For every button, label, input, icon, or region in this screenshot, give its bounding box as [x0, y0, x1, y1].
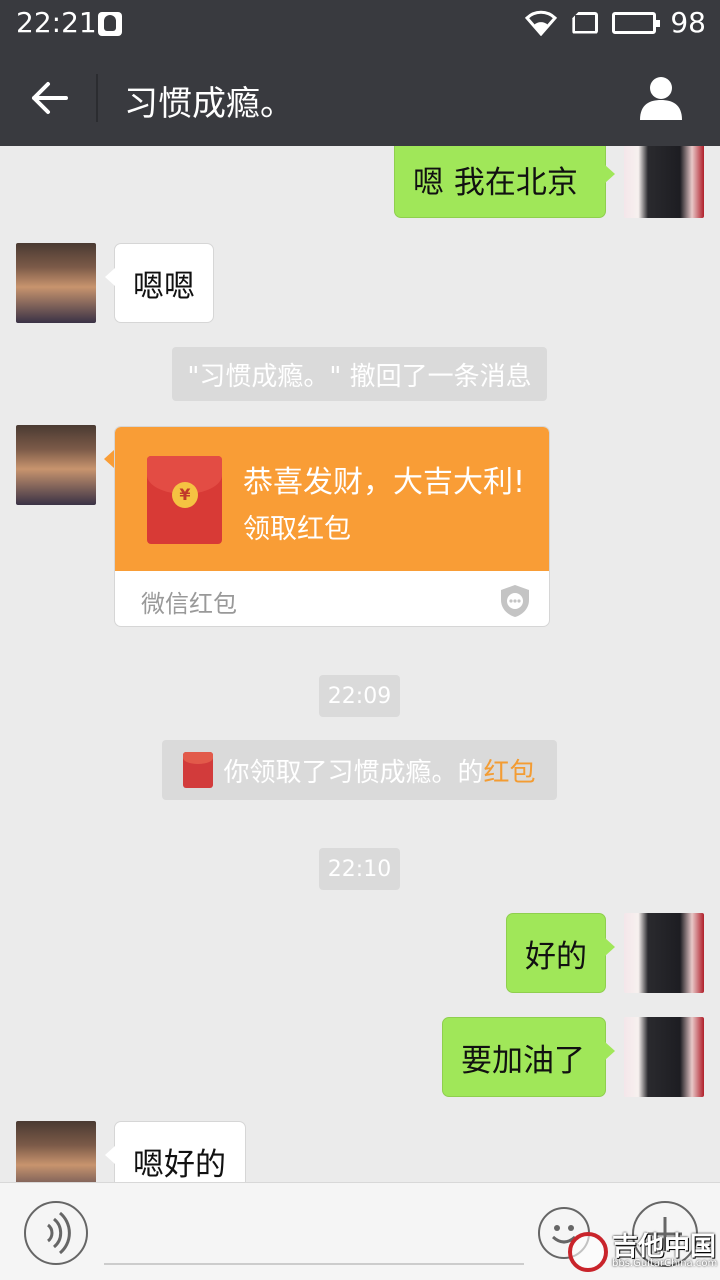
red-packet-link[interactable]: 红包	[484, 752, 536, 789]
battery-level: 98	[670, 6, 706, 39]
message-bubble-sent[interactable]: 好的	[506, 913, 615, 993]
guitar-logo-icon	[568, 1232, 608, 1272]
voice-toggle-button[interactable]	[24, 1201, 88, 1265]
voice-icon	[46, 1211, 71, 1255]
message-bubble-sent[interactable]: 嗯 我在北京	[394, 146, 615, 218]
message-text: 要加油了	[461, 1042, 585, 1079]
message-bubble-received[interactable]: 嗯好的	[105, 1121, 246, 1183]
red-packet-footer: 微信红包	[141, 590, 237, 618]
red-packet-card[interactable]: ¥ 恭喜发财，大吉大利! 领取红包 微信红包	[114, 426, 550, 627]
contact-profile-icon[interactable]	[638, 74, 684, 120]
red-packet-receipt-notice: 你领取了习惯成瘾。的 红包	[162, 740, 557, 800]
message-input[interactable]	[104, 1263, 524, 1265]
timestamp: 22:10	[319, 848, 400, 890]
message-text: 嗯嗯	[133, 268, 195, 305]
header-divider	[96, 74, 98, 122]
avatar-self[interactable]	[624, 1017, 704, 1097]
red-envelope-mini-icon	[183, 752, 214, 788]
avatar-contact[interactable]	[16, 243, 96, 323]
battery-icon	[612, 11, 661, 34]
message-bubble-sent[interactable]: 要加油了	[442, 1017, 615, 1097]
red-envelope-icon: ¥	[147, 456, 222, 544]
timestamp: 22:09	[319, 675, 400, 717]
chat-title: 习惯成瘾。	[124, 84, 294, 124]
status-time: 22:21	[16, 6, 97, 39]
recall-notice: "习惯成瘾。" 撤回了一条消息	[172, 347, 547, 401]
message-list[interactable]: 嗯 我在北京 嗯嗯 "习惯成瘾。" 撤回了一条消息 ¥ 恭喜发财，大吉大利! 领…	[0, 146, 720, 1182]
back-arrow-icon[interactable]	[28, 76, 72, 120]
message-bubble-received[interactable]: 嗯嗯	[105, 243, 214, 323]
avatar-self[interactable]	[624, 913, 704, 993]
sim-icon	[572, 11, 599, 34]
wechat-shield-icon	[501, 585, 529, 617]
status-bar: 22:21 98	[0, 0, 720, 48]
red-packet-tail	[104, 450, 114, 468]
message-text: 好的	[525, 938, 587, 975]
watermark: 吉他中国 bbs.GuitarChina.com	[568, 1226, 718, 1278]
avatar-contact[interactable]	[16, 1121, 96, 1182]
avatar-contact[interactable]	[16, 425, 96, 505]
avatar-self[interactable]	[624, 146, 704, 218]
wifi-icon	[525, 10, 558, 36]
red-packet-action: 领取红包	[243, 514, 351, 545]
chat-header: 习惯成瘾。	[0, 48, 720, 146]
message-text: 嗯 我在北京	[413, 164, 578, 201]
red-packet-greeting: 恭喜发财，大吉大利!	[243, 465, 526, 500]
message-text: 嗯好的	[133, 1146, 226, 1183]
qq-icon	[98, 12, 122, 36]
